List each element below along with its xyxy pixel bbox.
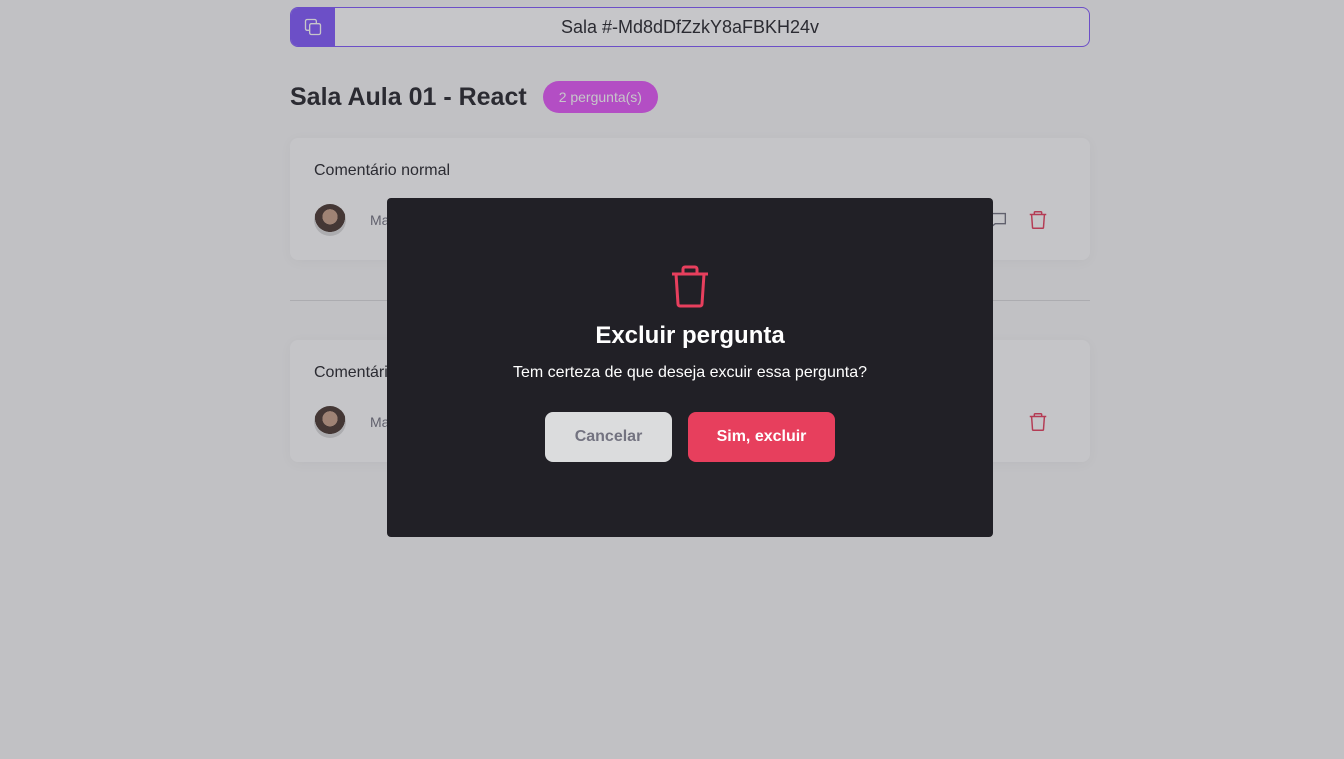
trash-icon [672, 265, 708, 308]
modal-message: Tem certeza de que deseja excuir essa pe… [513, 364, 867, 381]
delete-question-modal: Excluir pergunta Tem certeza de que dese… [387, 198, 993, 537]
modal-buttons: Cancelar Sim, excluir [545, 412, 835, 462]
confirm-delete-button[interactable]: Sim, excluir [688, 412, 835, 462]
cancel-button[interactable]: Cancelar [545, 412, 672, 462]
modal-title: Excluir pergunta [595, 322, 785, 349]
